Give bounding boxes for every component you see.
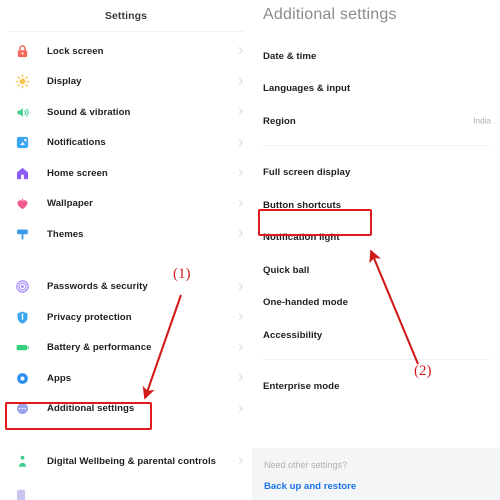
list-item-region[interactable]: Region India: [252, 105, 500, 138]
chevron-right-icon: [236, 230, 244, 238]
sidebar-item-label: Themes: [47, 228, 84, 240]
sidebar-item-partial-cutoff[interactable]: [0, 488, 252, 500]
sidebar-item-notifications[interactable]: Notifications: [0, 128, 252, 159]
header-divider: [8, 31, 244, 32]
list-group-divider: [263, 144, 489, 146]
chevron-right-icon: [236, 108, 244, 116]
sidebar-item-home-screen[interactable]: Home screen: [0, 158, 252, 189]
sidebar-item-additional-settings[interactable]: Additional settings: [0, 394, 252, 425]
list-item-label: Full screen display: [263, 167, 351, 179]
partial-row-icon: [14, 488, 30, 500]
sidebar-item-digital-wellbeing[interactable]: Digital Wellbeing & parental controls: [0, 446, 252, 477]
list-group-gap: [0, 250, 252, 272]
sidebar-item-label: Sound & vibration: [47, 106, 131, 118]
sidebar-item-privacy-protection[interactable]: Privacy protection: [0, 302, 252, 333]
sidebar-item-label: Lock screen: [47, 45, 104, 57]
sidebar-item-sound-vibration[interactable]: Sound & vibration: [0, 97, 252, 128]
chevron-right-icon: [236, 283, 244, 291]
list-item-label: Region: [263, 115, 296, 127]
list-item-label: Date & time: [263, 50, 317, 62]
shield-icon: [14, 309, 30, 325]
chevron-right-icon: [236, 169, 244, 177]
sidebar-item-label: Notifications: [47, 137, 106, 149]
home-icon: [14, 165, 30, 181]
list-item-label: One-handed mode: [263, 297, 348, 309]
list-item-one-handed-mode[interactable]: One-handed mode: [252, 287, 500, 320]
additional-settings-icon: [14, 401, 30, 417]
list-item-accessibility[interactable]: Accessibility: [252, 319, 500, 352]
sidebar-item-wallpaper[interactable]: Wallpaper: [0, 189, 252, 220]
sidebar-item-label: Passwords & security: [47, 281, 148, 293]
list-item-date-time[interactable]: Date & time: [252, 40, 500, 73]
additional-settings-panel: Additional settings Date & time Language…: [252, 0, 500, 500]
sun-icon: [14, 74, 30, 90]
sidebar-item-label: Display: [47, 76, 82, 88]
notification-icon: [14, 135, 30, 151]
list-item-languages-input[interactable]: Languages & input: [252, 73, 500, 106]
sidebar-item-lock-screen[interactable]: Lock screen: [0, 36, 252, 67]
list-group-gap: [0, 424, 252, 446]
chevron-right-icon: [236, 47, 244, 55]
screenshot-root: Settings Lock screen Display Sound & vib…: [0, 0, 500, 500]
chevron-right-icon: [236, 374, 244, 382]
settings-footer: Need other settings? Back up and restore: [252, 448, 500, 500]
lock-icon: [14, 43, 30, 59]
sidebar-item-passwords-security[interactable]: Passwords & security: [0, 272, 252, 303]
sidebar-item-label: Additional settings: [47, 403, 135, 415]
chevron-right-icon: [236, 457, 244, 465]
chevron-right-icon: [236, 78, 244, 86]
chevron-right-icon: [236, 313, 244, 321]
list-item-notification-light[interactable]: Notification light: [252, 222, 500, 255]
settings-list: Lock screen Display Sound & vibration No…: [0, 36, 252, 477]
settings-left-panel: Settings Lock screen Display Sound & vib…: [0, 0, 252, 500]
sidebar-item-label: Battery & performance: [47, 342, 152, 354]
fingerprint-icon: [14, 279, 30, 295]
chevron-right-icon: [236, 200, 244, 208]
sidebar-item-battery-performance[interactable]: Battery & performance: [0, 333, 252, 364]
detail-page-title: Additional settings: [263, 6, 397, 23]
list-item-label: Button shortcuts: [263, 199, 342, 211]
wallpaper-icon: [14, 196, 30, 212]
chevron-right-icon: [236, 139, 244, 147]
list-item-button-shortcuts[interactable]: Button shortcuts: [252, 189, 500, 222]
footer-hint-text: Need other settings?: [264, 460, 348, 470]
chevron-right-icon: [236, 405, 244, 413]
chevron-right-icon: [236, 344, 244, 352]
page-title: Settings: [104, 9, 148, 22]
list-item-label: Quick ball: [263, 264, 310, 276]
list-item-label: Notification light: [263, 232, 340, 244]
sidebar-item-apps[interactable]: Apps: [0, 363, 252, 394]
left-panel-header: Settings: [0, 0, 252, 31]
apps-icon: [14, 370, 30, 386]
sidebar-item-label: Home screen: [47, 167, 108, 179]
list-item-full-screen-display[interactable]: Full screen display: [252, 157, 500, 190]
wellbeing-icon: [14, 453, 30, 469]
list-item-quick-ball[interactable]: Quick ball: [252, 254, 500, 287]
sidebar-item-label: Wallpaper: [47, 198, 93, 210]
list-group-divider: [263, 358, 489, 360]
sidebar-item-display[interactable]: Display: [0, 67, 252, 98]
sidebar-item-label: Digital Wellbeing & parental controls: [47, 455, 217, 467]
sidebar-item-themes[interactable]: Themes: [0, 219, 252, 250]
additional-settings-list: Date & time Languages & input Region Ind…: [252, 40, 500, 403]
list-item-label: Accessibility: [263, 329, 323, 341]
battery-icon: [14, 340, 30, 356]
sidebar-item-label: Privacy protection: [47, 311, 132, 323]
backup-restore-link[interactable]: Back up and restore: [264, 481, 356, 492]
list-item-label: Enterprise mode: [263, 381, 340, 393]
speaker-icon: [14, 104, 30, 120]
list-item-enterprise-mode[interactable]: Enterprise mode: [252, 371, 500, 404]
list-item-label: Languages & input: [263, 83, 351, 95]
sidebar-item-label: Apps: [47, 372, 72, 384]
list-item-value: India: [473, 116, 491, 126]
themes-icon: [14, 226, 30, 242]
